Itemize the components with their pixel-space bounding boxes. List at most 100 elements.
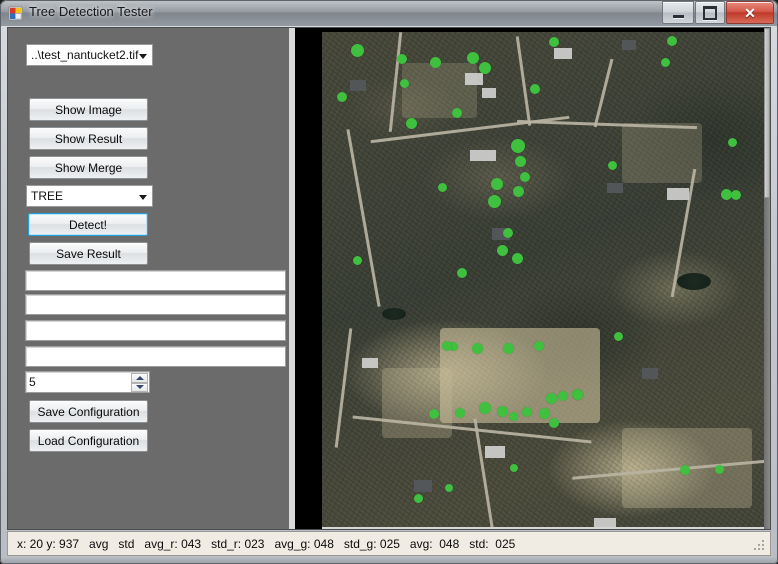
tree-marker: [455, 408, 465, 418]
tree-marker: [405, 117, 417, 129]
tree-marker: [514, 155, 526, 167]
tree-marker: [337, 92, 347, 102]
spinner-up-arrow-icon: [135, 375, 144, 380]
aerial-photo[interactable]: [322, 28, 765, 529]
show-result-label: Show Result: [54, 131, 123, 146]
tree-marker: [399, 78, 409, 88]
tree-marker: [538, 407, 550, 419]
status-text: x: 20 y: 937 avg std avg_r: 043 std_r: 0…: [17, 536, 516, 551]
building: [414, 480, 432, 492]
tree-marker: [720, 188, 732, 200]
tree-marker: [413, 493, 423, 503]
tree-marker: [508, 411, 518, 421]
building: [554, 48, 572, 59]
app-window: Tree Detection Tester ✕ ..\test_nantucke…: [0, 0, 778, 564]
stepper-up-button[interactable]: [131, 373, 148, 383]
tree-marker: [549, 418, 559, 428]
image-panel[interactable]: [295, 28, 770, 529]
controls-sidebar: ..\test_nantucket2.tif Show Image Show R…: [8, 28, 289, 529]
field-patch: [622, 123, 702, 183]
client-area: ..\test_nantucket2.tif Show Image Show R…: [7, 27, 771, 530]
window-title: Tree Detection Tester: [29, 4, 153, 19]
stepper-down-button[interactable]: [131, 382, 148, 392]
save-result-label: Save Result: [56, 246, 121, 261]
minimize-button[interactable]: [662, 1, 694, 24]
tree-marker: [660, 57, 670, 67]
tree-marker: [437, 182, 447, 192]
tree-marker: [491, 178, 503, 190]
app-icon: [8, 6, 23, 21]
tree-marker: [522, 407, 532, 417]
image-letterbox-left: [295, 28, 322, 529]
mode-select-combo[interactable]: TREE: [26, 185, 153, 207]
image-vertical-scrollbar[interactable]: [764, 28, 770, 529]
tree-marker: [607, 160, 617, 170]
tree-marker: [429, 409, 439, 419]
param-input-3[interactable]: [25, 320, 286, 341]
file-select-combo[interactable]: ..\test_nantucket2.tif: [26, 44, 153, 66]
show-merge-button[interactable]: Show Merge: [29, 156, 148, 179]
building: [642, 368, 658, 379]
window-controls: ✕: [661, 1, 774, 24]
threshold-stepper[interactable]: 5: [25, 371, 150, 393]
tree-marker: [467, 52, 479, 64]
file-select-value: ..\test_nantucket2.tif: [31, 48, 139, 62]
maximize-button[interactable]: [695, 1, 725, 24]
close-button[interactable]: ✕: [726, 1, 774, 24]
image-top-edge: [322, 28, 765, 32]
tree-marker: [457, 268, 467, 278]
building: [622, 40, 636, 50]
save-result-button[interactable]: Save Result: [29, 242, 148, 265]
tree-marker: [511, 139, 525, 153]
building: [667, 188, 689, 200]
stepper-buttons: [131, 373, 148, 392]
detect-button[interactable]: Detect!: [28, 213, 148, 236]
tree-marker: [512, 185, 524, 197]
tree-marker: [573, 390, 583, 400]
param-input-2[interactable]: [25, 294, 286, 315]
tree-marker: [487, 194, 501, 208]
building: [465, 73, 483, 85]
param-input-1[interactable]: [25, 270, 286, 291]
tree-marker: [727, 137, 737, 147]
building: [482, 88, 496, 98]
tree-marker: [397, 54, 407, 64]
tree-marker: [731, 190, 741, 200]
save-configuration-button[interactable]: Save Configuration: [29, 400, 148, 423]
chevron-down-icon: [139, 54, 147, 59]
save-configuration-label: Save Configuration: [37, 404, 140, 419]
tree-marker: [714, 464, 724, 474]
tree-marker: [479, 62, 491, 74]
tree-marker: [613, 331, 623, 341]
tree-marker: [503, 228, 513, 238]
detect-label: Detect!: [68, 217, 107, 232]
show-image-button[interactable]: Show Image: [29, 98, 148, 121]
threshold-value: 5: [29, 375, 36, 389]
building: [362, 358, 378, 368]
building: [470, 150, 496, 161]
tree-marker: [558, 391, 568, 401]
scrollbar-thumb[interactable]: [764, 28, 770, 198]
tree-marker: [471, 342, 483, 354]
resize-grip-icon[interactable]: [754, 540, 766, 552]
status-bar: x: 20 y: 937 avg std avg_r: 043 std_r: 0…: [7, 531, 771, 556]
title-bar[interactable]: Tree Detection Tester ✕: [0, 0, 778, 26]
tree-marker: [511, 252, 523, 264]
tree-marker: [667, 36, 677, 46]
tree-marker: [429, 56, 441, 68]
tree-marker: [452, 108, 462, 118]
pond: [382, 308, 406, 320]
building: [485, 446, 505, 458]
load-configuration-label: Load Configuration: [37, 433, 140, 448]
mode-select-value: TREE: [31, 189, 64, 203]
tree-marker: [502, 342, 514, 354]
tree-marker: [530, 84, 540, 94]
load-configuration-button[interactable]: Load Configuration: [29, 429, 148, 452]
tree-marker: [680, 465, 690, 475]
param-input-4[interactable]: [25, 346, 286, 367]
show-result-button[interactable]: Show Result: [29, 127, 148, 150]
tree-marker: [545, 392, 557, 404]
tree-marker: [352, 255, 362, 265]
tree-marker: [496, 244, 508, 256]
minimize-icon: [672, 14, 684, 18]
